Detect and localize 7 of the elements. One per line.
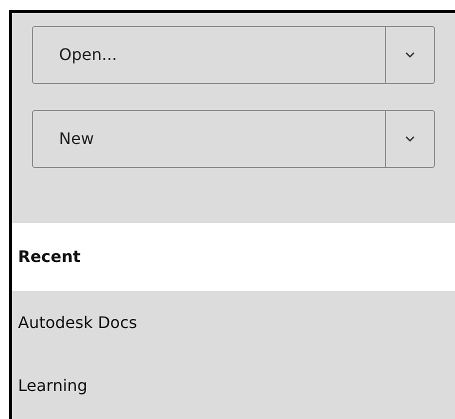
nav-item[interactable]: Learning [12, 354, 455, 417]
dropdown-button[interactable] [386, 26, 435, 84]
dropdown-button[interactable] [386, 110, 435, 168]
nav-item[interactable]: Autodesk Docs [12, 291, 455, 354]
nav-item[interactable]: Recent [12, 223, 455, 291]
action-button[interactable]: Open... [32, 26, 386, 84]
action-button[interactable]: New [32, 110, 386, 168]
